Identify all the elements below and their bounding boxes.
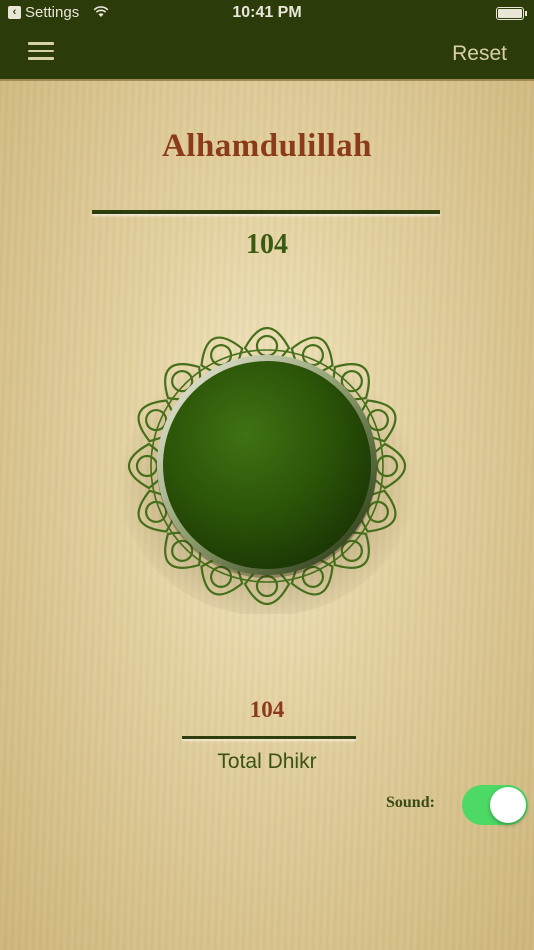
total-dhikr-label: Total Dhikr: [217, 750, 317, 773]
sound-label: Sound:: [386, 794, 435, 811]
dhikr-title: Alhamdulillah: [161, 128, 373, 164]
sound-toggle[interactable]: [462, 785, 528, 825]
hamburger-menu-icon[interactable]: [28, 42, 54, 62]
total-dhikr-count: 104: [249, 697, 285, 722]
navigation-bar: ‹ Settings 10:41 PM Reset: [0, 0, 534, 81]
battery-icon: [496, 7, 527, 20]
total-divider: [182, 736, 356, 739]
toggle-knob: [490, 787, 526, 823]
dhikr-counter-button[interactable]: [154, 352, 380, 578]
dhikr-count: 104: [246, 229, 288, 260]
status-time: 10:41 PM: [232, 4, 302, 21]
reset-button[interactable]: Reset: [452, 42, 507, 66]
status-bar: ‹ Settings 10:41 PM: [0, 0, 534, 28]
title-divider: [92, 210, 440, 214]
